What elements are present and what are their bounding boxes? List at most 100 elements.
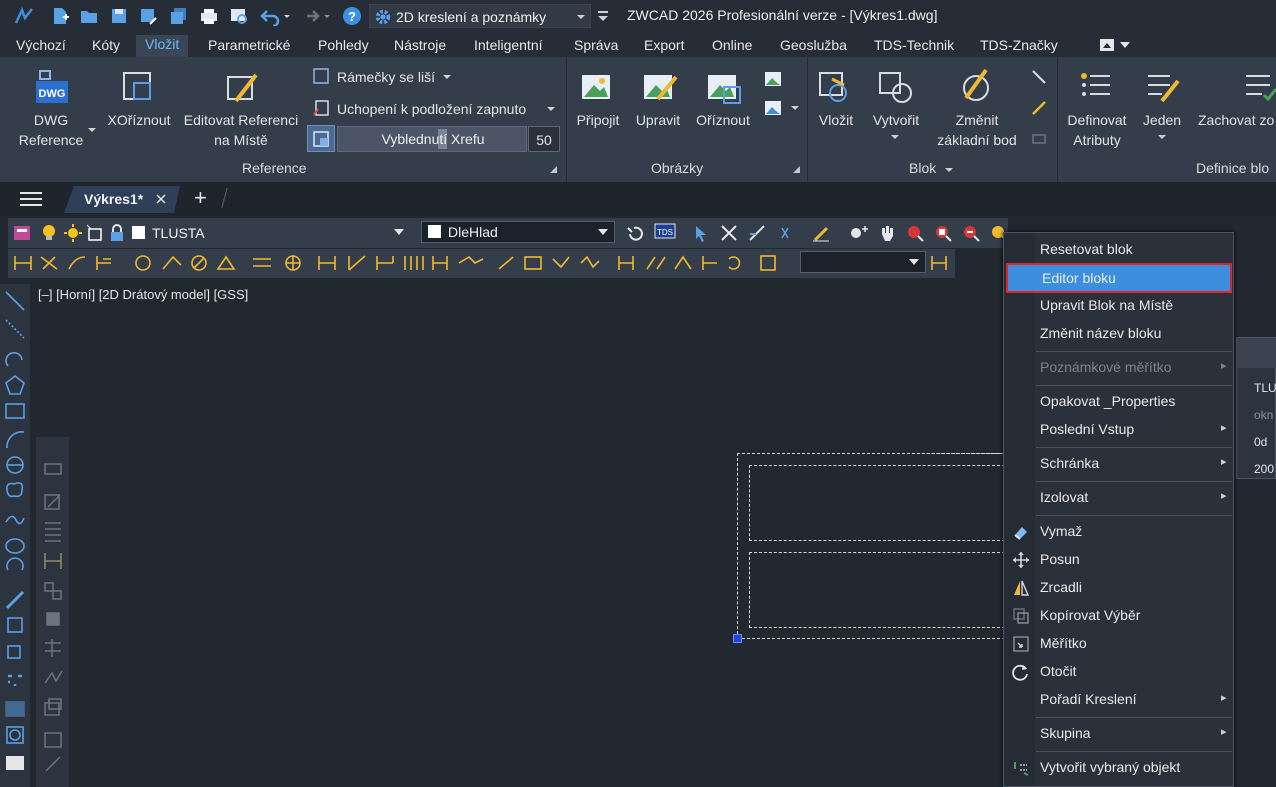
selected-block-upper-rect[interactable] [749, 465, 1005, 541]
help-icon[interactable]: ? [342, 6, 362, 26]
lock-icon[interactable] [108, 224, 126, 242]
gear-icon [375, 9, 391, 25]
menu-item-copy-selection[interactable]: Kopírovat Výběr [1004, 603, 1233, 629]
menu-item-clipboard[interactable]: Schránka ▸ [1004, 451, 1233, 477]
draw-tool-icons[interactable] [4, 290, 26, 787]
image-frame-icon[interactable] [763, 70, 783, 88]
zoom-previous-icon[interactable] [962, 224, 980, 242]
properties-palette[interactable]: TLU okn 0d 200 [1236, 337, 1276, 479]
floating-toolbar [36, 437, 69, 787]
undo-zoom-icon[interactable] [626, 224, 644, 242]
image-quality-icon[interactable] [763, 99, 783, 117]
zoom-realtime-icon[interactable] [906, 224, 924, 242]
menu-item-create-selected[interactable]: Vytvořit vybraný objekt [1004, 755, 1233, 781]
save-as-icon[interactable] [138, 6, 158, 26]
dimension-tool-icons[interactable] [13, 253, 798, 273]
menu-item-vlozit[interactable]: Vložit [136, 35, 189, 57]
block-grip[interactable] [733, 634, 742, 643]
menu-item-group[interactable]: Skupina ▸ [1004, 721, 1233, 747]
menu-item-nastroje[interactable]: Nástroje [394, 36, 446, 54]
title-bar: ? 2D kreslení a poznámky ZWCAD 2026 Prof… [0, 0, 1276, 33]
print-icon[interactable] [199, 6, 219, 26]
tds-icon[interactable]: TDS [654, 222, 676, 240]
ribbon-minimize-icon[interactable] [1099, 38, 1131, 52]
menu-item-geosluzba[interactable]: Geoslužba [780, 36, 847, 54]
floating-tool-icons[interactable] [42, 459, 64, 787]
block-small-tool-3-icon[interactable] [1030, 130, 1048, 148]
zoom-window-icon[interactable] [934, 224, 952, 242]
hamburger-menu-icon[interactable] [20, 191, 42, 207]
menu-item-edit-block-in-place[interactable]: Upravit Blok na Místě [1004, 293, 1233, 319]
snap-underlay-icon [313, 100, 329, 116]
chevron-down-icon[interactable] [945, 166, 953, 174]
layer-selector[interactable]: TLUSTA [128, 221, 411, 243]
trim-icon[interactable] [720, 224, 738, 242]
menu-item-pohledy[interactable]: Pohledy [318, 36, 369, 54]
menu-item-mirror[interactable]: Zrcadli [1004, 575, 1233, 601]
move-icon [1013, 552, 1029, 568]
block-small-tool-1-icon[interactable] [1030, 68, 1048, 86]
bulb-icon[interactable] [40, 224, 58, 242]
save-icon[interactable] [109, 6, 129, 26]
redo-icon[interactable] [300, 6, 320, 26]
panel-launcher-icon[interactable] [550, 166, 557, 173]
menu-item-isolate[interactable]: Izolovat ▸ [1004, 485, 1233, 511]
xref-fade-value[interactable]: 50 [528, 126, 560, 152]
print-preview-icon[interactable] [229, 6, 249, 26]
menu-item-block-editor[interactable]: Editor bloku [1006, 263, 1232, 293]
panel-launcher-icon[interactable] [793, 166, 800, 173]
xref-fade-slider[interactable]: Vyblednutí Xrefu [337, 126, 527, 152]
submenu-arrow-icon: ▸ [1221, 360, 1227, 372]
pan-icon[interactable] [878, 224, 896, 242]
xref-fade-button[interactable] [307, 125, 335, 152]
undo-icon[interactable] [260, 6, 280, 26]
select-arrow-icon[interactable] [692, 224, 710, 242]
menu-item-rotate[interactable]: Otočit [1004, 659, 1233, 685]
menu-item-koty[interactable]: Kóty [92, 36, 120, 54]
color-selector[interactable]: DleHlad [421, 221, 615, 243]
menu-item-inteligentni[interactable]: Inteligentní [474, 36, 543, 54]
menu-item-tds-znacky[interactable]: TDS-Značky [980, 36, 1058, 54]
layer-manager-icon[interactable] [13, 224, 31, 242]
menu-item-draw-order[interactable]: Pořadí Kreslení ▸ [1004, 687, 1233, 713]
viewport-controls-label[interactable]: [–] [Horní] [2D Drátový model] [GSS] [38, 287, 248, 302]
menu-item-recent-input[interactable]: Poslední Vstup ▸ [1004, 417, 1233, 443]
close-icon[interactable] [156, 194, 166, 204]
chevron-down-icon[interactable] [791, 104, 799, 112]
xclip-label: XOříznout [107, 112, 171, 128]
open-file-icon[interactable] [79, 6, 99, 26]
match-properties-icon[interactable] [812, 224, 830, 242]
undo-dropdown-icon[interactable] [282, 6, 292, 26]
menu-item-parametricke[interactable]: Parametrické [208, 36, 290, 54]
menu-item-online[interactable]: Online [712, 36, 752, 54]
menu-item-move[interactable]: Posun [1004, 547, 1233, 573]
menu-separator [1036, 447, 1232, 448]
snap-point-icon[interactable] [850, 224, 868, 242]
menu-item-vychozi[interactable]: Výchozí [16, 36, 66, 54]
new-file-icon[interactable] [50, 6, 70, 26]
sun-icon[interactable] [64, 224, 82, 242]
menu-item-sprava[interactable]: Správa [574, 36, 618, 54]
menu-item-rename-block[interactable]: Změnit název bloku [1004, 321, 1233, 347]
properties-rotation-value: 0d [1254, 435, 1268, 449]
block-small-tool-2-icon[interactable] [1030, 99, 1048, 117]
redo-dropdown-icon[interactable] [322, 6, 332, 26]
menu-item-repeat-properties[interactable]: Opakovat _Properties [1004, 389, 1233, 415]
menu-item-reset-block[interactable]: Resetovat blok [1004, 237, 1233, 263]
layer-frame-icon[interactable] [86, 224, 104, 242]
menu-item-erase[interactable]: Vymaž [1004, 519, 1233, 545]
extend-icon[interactable] [748, 224, 766, 242]
save-all-icon[interactable] [169, 6, 189, 26]
menu-item-tds-technik[interactable]: TDS-Technik [874, 36, 954, 54]
menu-item-export[interactable]: Export [644, 36, 684, 54]
block-group-title: Blok [909, 160, 937, 176]
dimension-style-icon[interactable] [930, 254, 948, 272]
customize-quick-access-icon[interactable] [596, 6, 610, 26]
new-tab-button[interactable]: + [194, 185, 207, 211]
file-tab[interactable]: Výkres1* [64, 186, 180, 213]
workspace-selector[interactable]: 2D kreslení a poznámky [369, 4, 591, 28]
menu-item-scale[interactable]: Měřítko [1004, 631, 1233, 657]
dimension-style-selector[interactable] [800, 251, 926, 273]
explode-icon[interactable] [776, 224, 794, 242]
selected-block-lower-rect[interactable] [749, 552, 1005, 628]
